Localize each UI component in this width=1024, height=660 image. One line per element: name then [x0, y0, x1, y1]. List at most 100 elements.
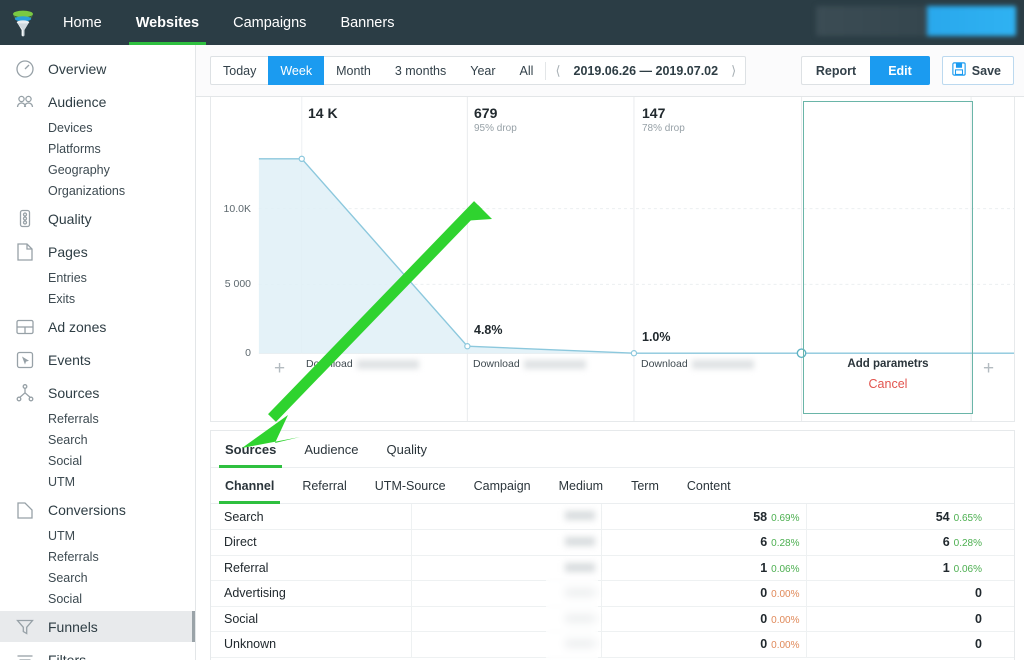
- tab-medium[interactable]: Medium: [545, 468, 617, 503]
- tab-term[interactable]: Term: [617, 468, 673, 503]
- sidebar-subitem-utm[interactable]: UTM: [0, 525, 195, 546]
- date-range-value[interactable]: 2019.06.26 — 2019.07.02: [570, 64, 723, 78]
- sidebar-item-label: Filters: [48, 651, 87, 660]
- tab-referral[interactable]: Referral: [288, 468, 360, 503]
- sidebar-group-funnels: Funnels: [0, 611, 195, 642]
- add-step-plus-icon-left[interactable]: +: [274, 359, 285, 378]
- redacted-text: [523, 359, 586, 369]
- sidebar-item-label: Conversions: [48, 501, 126, 518]
- sidebar-item-audience[interactable]: Audience: [0, 86, 195, 117]
- funnel-step-3-drop: 78% drop: [642, 123, 685, 135]
- sidebar-item-pages[interactable]: Pages: [0, 236, 195, 267]
- range-preset-all[interactable]: All: [508, 57, 546, 84]
- nav-item-home[interactable]: Home: [46, 0, 119, 45]
- sidebar-item-quality[interactable]: Quality: [0, 203, 195, 234]
- sidebar-item-sources[interactable]: Sources: [0, 377, 195, 408]
- nav-item-banners[interactable]: Banners: [323, 0, 411, 45]
- cell-conversions: 0: [806, 580, 1014, 607]
- cell-conversions-percent: 0.06%: [953, 563, 982, 575]
- sidebar-subitem-social[interactable]: Social: [0, 588, 195, 609]
- cell-visits-percent: 0.00%: [771, 640, 800, 652]
- sidebar-item-filters[interactable]: Filters: [0, 644, 195, 660]
- sidebar-subitem-social[interactable]: Social: [0, 450, 195, 471]
- cell-conversions-value: 6: [942, 535, 950, 550]
- funnel-step-2-value: 679: [474, 105, 498, 121]
- cell-redacted: [411, 504, 602, 530]
- tab-campaign[interactable]: Campaign: [460, 468, 545, 503]
- range-preset-today[interactable]: Today: [211, 57, 268, 84]
- save-button-label: Save: [971, 63, 1001, 78]
- sidebar-subitem-platforms[interactable]: Platforms: [0, 138, 195, 159]
- funnel-step-3-value: 147: [642, 105, 666, 121]
- sidebar-item-conversions[interactable]: Conversions: [0, 494, 195, 525]
- table-row[interactable]: Search 58 0.69% 54 0.65%: [211, 504, 1014, 530]
- cursor-icon: [14, 349, 36, 371]
- app-root: Home Websites Campaigns Banners Overview Aud…: [0, 0, 1024, 660]
- sidebar-subitem-search[interactable]: Search: [0, 429, 195, 450]
- chevron-right-icon[interactable]: ⟩: [722, 57, 745, 84]
- cancel-button[interactable]: Cancel: [804, 377, 972, 391]
- sidebar-subitem-referrals[interactable]: Referrals: [0, 408, 195, 429]
- tab-channel[interactable]: Channel: [211, 468, 288, 504]
- cell-visits: 1 0.06%: [601, 555, 807, 581]
- table-row[interactable]: Referral 1 0.06% 1 0.06%: [211, 555, 1014, 581]
- nav-item-websites[interactable]: Websites: [119, 0, 216, 45]
- sidebar-item-events[interactable]: Events: [0, 344, 195, 375]
- sidebar-item-ad-zones[interactable]: Ad zones: [0, 311, 195, 342]
- sidebar-subitem-utm[interactable]: UTM: [0, 471, 195, 492]
- people-icon: [14, 91, 36, 113]
- secondary-tab-bar: Channel Referral UTM-Source Campaign Medium T…: [211, 468, 1014, 504]
- table-row[interactable]: Unknown 0 0.00% 0: [211, 631, 1014, 658]
- add-parameters-label[interactable]: Add parametrs: [804, 358, 972, 370]
- cell-conversions: 0: [806, 631, 1014, 658]
- sidebar-subitem-devices[interactable]: Devices: [0, 117, 195, 138]
- toolbar-actions: Report Edit Save: [800, 56, 1024, 85]
- sidebar-item-label: Events: [48, 351, 91, 368]
- sidebar-subitem-search[interactable]: Search: [0, 567, 195, 588]
- save-button[interactable]: Save: [941, 56, 1014, 85]
- sidebar-item-label: Quality: [48, 210, 92, 227]
- funnel-step-2-drop: 95% drop: [474, 123, 517, 135]
- funnel-logo[interactable]: [0, 0, 46, 45]
- range-preset-3-months[interactable]: 3 months: [383, 57, 458, 84]
- sidebar-subitem-entries[interactable]: Entries: [0, 267, 195, 288]
- add-step-plus-icon-right[interactable]: +: [983, 359, 994, 378]
- cell-channel-name: Social: [211, 606, 412, 632]
- sidebar-subitem-geography[interactable]: Geography: [0, 159, 195, 180]
- report-button[interactable]: Report: [800, 56, 871, 85]
- sidebar-item-funnels[interactable]: Funnels: [0, 611, 195, 642]
- table-row[interactable]: Advertising 0 0.00% 0: [211, 580, 1014, 607]
- redacted-text: [356, 359, 419, 369]
- nav-item-campaigns[interactable]: Campaigns: [216, 0, 323, 45]
- range-preset-year[interactable]: Year: [458, 57, 507, 84]
- tab-utm-source[interactable]: UTM-Source: [361, 468, 460, 503]
- funnel-step-3-label[interactable]: Download: [641, 358, 754, 370]
- tab-audience[interactable]: Audience: [290, 431, 372, 467]
- y-axis-tick-10k: 10.0K: [223, 203, 251, 215]
- table-row[interactable]: Direct 6 0.28% 6 0.28%: [211, 529, 1014, 556]
- sources-data-table: Search 58 0.69% 54 0.65% Direct 6 0.28% 6 0.28% Re…: [211, 504, 1014, 658]
- cell-visits-value: 58: [753, 509, 768, 524]
- cell-conversions: 6 0.28%: [806, 529, 1014, 556]
- range-preset-month[interactable]: Month: [324, 57, 383, 84]
- sidebar-item-label: Sources: [48, 384, 100, 401]
- sidebar-group-audience: Audience Devices Platforms Geography Organiz…: [0, 86, 195, 201]
- chevron-left-icon[interactable]: ⟨: [546, 57, 569, 84]
- edit-button[interactable]: Edit: [870, 56, 930, 85]
- sidebar-item-label: Ad zones: [48, 318, 107, 335]
- tab-sources[interactable]: Sources: [211, 431, 290, 468]
- sidebar-subitem-organizations[interactable]: Organizations: [0, 180, 195, 201]
- range-preset-week[interactable]: Week: [268, 56, 325, 85]
- funnel-step-2-label[interactable]: Download: [473, 358, 586, 370]
- funnel-chart-card: 10.0K 5 000 0 14 K 679 95% drop 147 78% …: [210, 97, 1015, 422]
- sidebar-subitem-referrals[interactable]: Referrals: [0, 546, 195, 567]
- tab-content[interactable]: Content: [673, 468, 745, 503]
- sidebar-item-overview[interactable]: Overview: [0, 53, 195, 84]
- tab-quality[interactable]: Quality: [373, 431, 441, 467]
- redacted-value: [564, 537, 595, 546]
- funnel-step-1-label[interactable]: Download: [306, 358, 419, 370]
- cell-visits-percent: 0.00%: [771, 614, 800, 626]
- sidebar-subitem-exits[interactable]: Exits: [0, 288, 195, 309]
- account-badge-redacted[interactable]: [816, 6, 1016, 36]
- table-row[interactable]: Social 0 0.00% 0: [211, 606, 1014, 632]
